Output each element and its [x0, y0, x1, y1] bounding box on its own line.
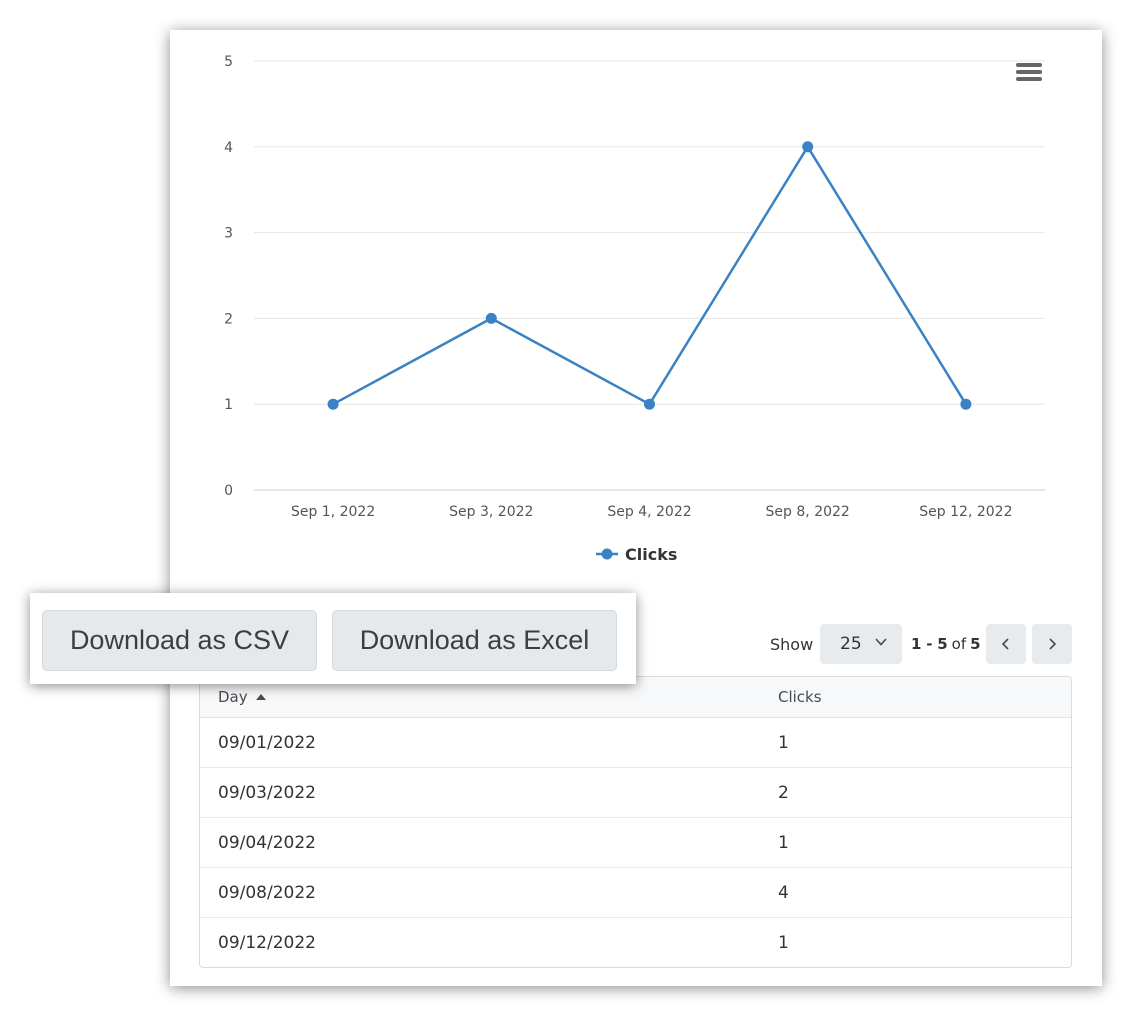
cell-day: 09/03/2022: [218, 783, 316, 803]
cell-clicks: 4: [778, 883, 789, 903]
cell-day: 09/01/2022: [218, 733, 316, 753]
table-row: 09/01/2022 1: [200, 718, 1071, 768]
cell-clicks: 1: [778, 733, 789, 753]
page-size-select[interactable]: 25: [820, 624, 902, 664]
column-header-day[interactable]: Day: [218, 688, 266, 706]
cell-clicks: 1: [778, 833, 789, 853]
cell-clicks: 2: [778, 783, 789, 803]
y-tick-label: 1: [224, 397, 233, 413]
table-row: 09/08/2022 4: [200, 868, 1071, 918]
data-point: [485, 312, 497, 324]
page-size-value: 25: [840, 634, 862, 654]
y-tick-label: 5: [224, 54, 233, 70]
hamburger-menu-icon[interactable]: [1016, 63, 1042, 85]
cell-day: 09/12/2022: [218, 933, 316, 953]
data-point: [644, 398, 655, 410]
table-row: 09/12/2022 1: [200, 918, 1071, 967]
y-tick-label: 4: [224, 140, 233, 156]
x-tick-label: Sep 4, 2022: [607, 504, 691, 520]
download-excel-button[interactable]: Download as Excel: [332, 610, 617, 671]
x-tick-label: Sep 12, 2022: [919, 504, 1012, 520]
download-panel: Download as CSV Download as Excel: [30, 593, 636, 684]
table-row: 09/04/2022 1: [200, 818, 1071, 868]
x-tick-label: Sep 3, 2022: [449, 504, 533, 520]
previous-page-button[interactable]: [986, 624, 1026, 664]
page-range: 1 - 5 of 5: [911, 635, 981, 653]
y-tick-label: 2: [224, 311, 233, 327]
sort-ascending-icon: [255, 694, 266, 700]
chevron-down-icon: [875, 638, 887, 646]
data-point: [960, 398, 972, 410]
cell-clicks: 1: [778, 933, 789, 953]
data-point: [802, 141, 814, 153]
x-tick-label: Sep 8, 2022: [766, 504, 850, 520]
x-tick-label: Sep 1, 2022: [291, 504, 375, 520]
legend-marker: [601, 548, 613, 560]
series-line: [332, 145, 967, 406]
y-tick-label: 0: [224, 483, 233, 499]
next-page-button[interactable]: [1032, 624, 1072, 664]
legend-label: Clicks: [625, 545, 677, 564]
cell-day: 09/04/2022: [218, 833, 316, 853]
chevron-right-icon: [1049, 638, 1057, 650]
data-point: [327, 398, 339, 410]
report-card: 0 1 2 3 4 5 Sep 1, 2022 Sep 3, 2022 Sep 4, 2022 S…: [170, 30, 1102, 986]
clicks-line-chart: 0 1 2 3 4 5 Sep 1, 2022 Sep 3, 2022 Sep 4, 2022 S…: [224, 54, 1045, 564]
download-csv-button[interactable]: Download as CSV: [42, 610, 317, 671]
cell-day: 09/08/2022: [218, 883, 316, 903]
chevron-left-icon: [1001, 638, 1009, 650]
y-tick-label: 3: [224, 226, 233, 242]
column-header-clicks: Clicks: [778, 688, 822, 706]
table-row: 09/03/2022 2: [200, 768, 1071, 818]
show-label: Show: [770, 635, 814, 654]
clicks-table: Day Clicks 09/01/2022 1 09/03/2022 2 09/…: [199, 676, 1072, 968]
